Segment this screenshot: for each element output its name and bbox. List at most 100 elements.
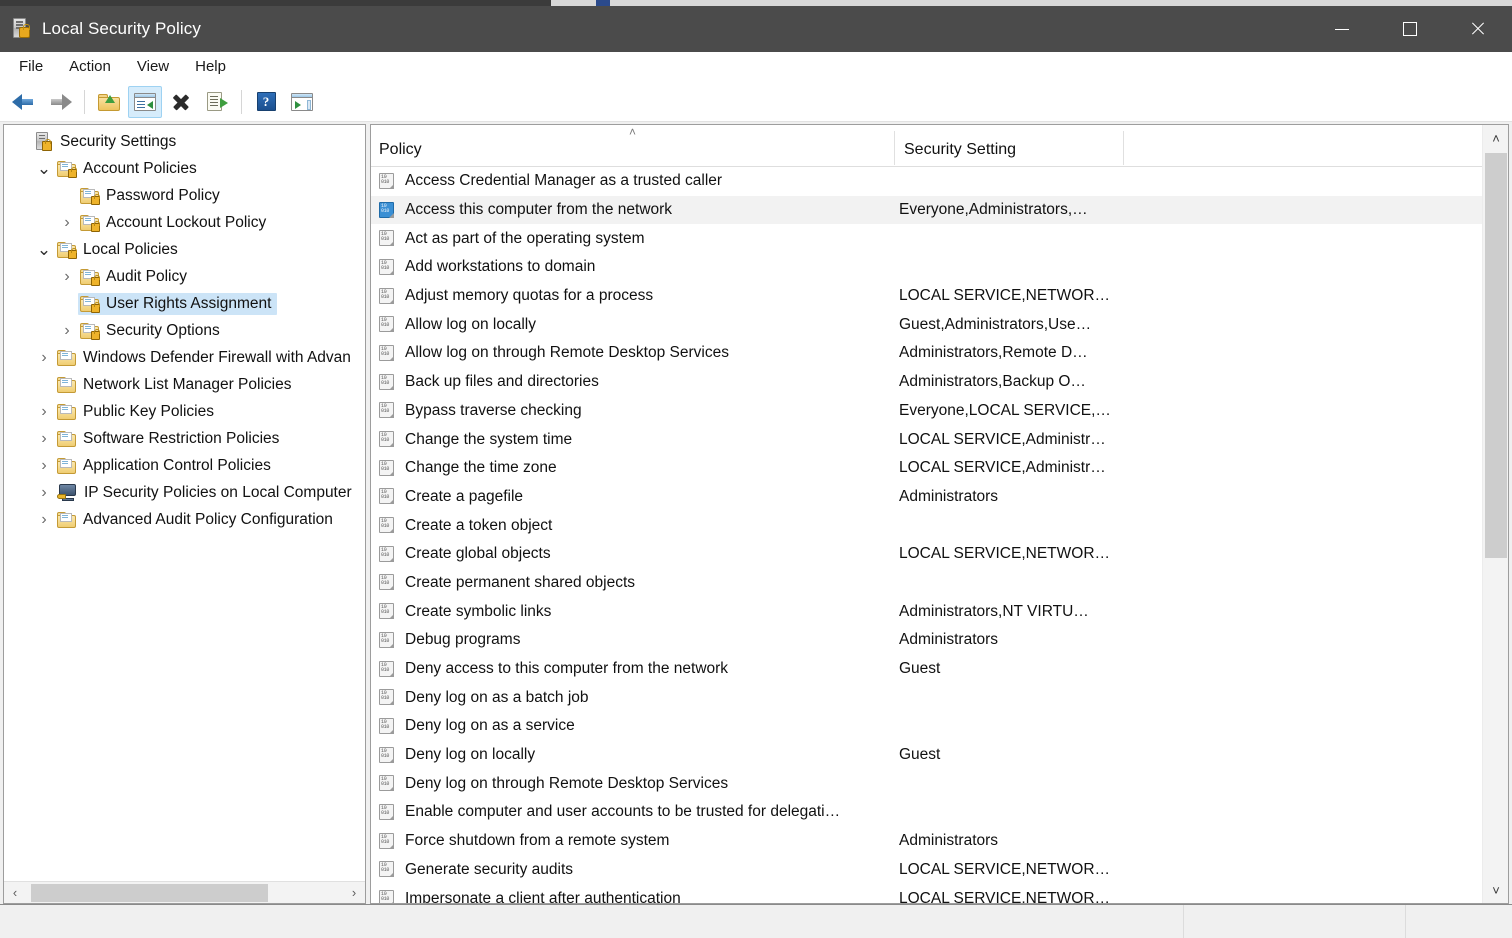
policy-rows[interactable]: 10010Access Credential Manager as a trus…: [371, 167, 1482, 903]
menu-view[interactable]: View: [124, 53, 182, 81]
tree-item-account-policies[interactable]: ⌄Account Policies: [4, 155, 365, 182]
table-row[interactable]: 10010Create global objectsLOCAL SERVICE,…: [371, 540, 1482, 569]
table-row[interactable]: 10010Deny log on through Remote Desktop …: [371, 769, 1482, 798]
table-row[interactable]: 10010Access this computer from the netwo…: [371, 196, 1482, 225]
tree-item-audit-policy[interactable]: ›Audit Policy: [4, 263, 365, 290]
security-setting-value: Administrators: [899, 832, 998, 850]
chevron-down-icon[interactable]: ⌄: [33, 155, 55, 182]
table-row[interactable]: 10010Create permanent shared objects: [371, 569, 1482, 598]
chevron-right-icon[interactable]: ›: [33, 344, 55, 371]
up-one-level-button[interactable]: [92, 86, 126, 118]
server-lock-icon: [12, 18, 32, 40]
chevron-right-icon[interactable]: ›: [56, 263, 78, 290]
policy-document-icon: 10010: [379, 574, 396, 591]
table-row[interactable]: 10010Deny log on as a service: [371, 712, 1482, 741]
folder-lock-icon: [80, 296, 99, 312]
chevron-right-icon[interactable]: ›: [33, 425, 55, 452]
list-vscroll-thumb[interactable]: [1485, 153, 1507, 558]
column-header-policy[interactable]: Policy: [379, 125, 422, 167]
ipsec-icon: [57, 484, 77, 501]
help-button[interactable]: ?: [249, 86, 283, 118]
tree-item-label: Account Lockout Policy: [106, 214, 266, 232]
policy-document-icon: 10010: [379, 488, 396, 505]
delete-button[interactable]: [164, 86, 198, 118]
tree-item-password-policy[interactable]: Password Policy: [4, 182, 365, 209]
tree-hscroll-track[interactable]: [26, 882, 343, 904]
scroll-up-arrow-icon[interactable]: ˄: [1483, 125, 1508, 151]
table-row[interactable]: 10010Force shutdown from a remote system…: [371, 827, 1482, 856]
scroll-right-arrow-icon[interactable]: ›: [343, 882, 365, 904]
scroll-left-arrow-icon[interactable]: ‹: [4, 882, 26, 904]
policy-document-icon: 10010: [379, 775, 396, 792]
policy-document-icon: 10010: [379, 546, 396, 563]
tree-item-user-rights-assignment[interactable]: User Rights Assignment: [4, 290, 365, 317]
window-controls: [1308, 6, 1512, 52]
table-row[interactable]: 10010Adjust memory quotas for a processL…: [371, 282, 1482, 311]
tree-item-software-restriction-policies[interactable]: ›Software Restriction Policies: [4, 425, 365, 452]
show-hide-console-tree-button[interactable]: [128, 86, 162, 118]
table-row[interactable]: 10010Deny log on as a batch job: [371, 683, 1482, 712]
menu-action[interactable]: Action: [56, 53, 124, 81]
table-row[interactable]: 10010Debug programsAdministrators: [371, 626, 1482, 655]
list-vertical-scrollbar[interactable]: ˄ ˅: [1482, 125, 1508, 903]
policy-name: Allow log on through Remote Desktop Serv…: [405, 344, 729, 362]
table-row[interactable]: 10010Create symbolic linksAdministrators…: [371, 597, 1482, 626]
table-row[interactable]: 10010Generate security auditsLOCAL SERVI…: [371, 856, 1482, 885]
table-row[interactable]: 10010Deny access to this computer from t…: [371, 655, 1482, 684]
column-divider-1[interactable]: [894, 131, 895, 165]
tree-horizontal-scrollbar[interactable]: ‹ ›: [4, 881, 365, 903]
table-row[interactable]: 10010Allow log on through Remote Desktop…: [371, 339, 1482, 368]
table-row[interactable]: 10010Bypass traverse checkingEveryone,LO…: [371, 397, 1482, 426]
folder-lock-icon: [80, 323, 99, 339]
back-button[interactable]: [7, 86, 41, 118]
chevron-right-icon[interactable]: ›: [33, 398, 55, 425]
tree-item-public-key-policies[interactable]: ›Public Key Policies: [4, 398, 365, 425]
tree-item-advanced-audit-policy-configuration[interactable]: ›Advanced Audit Policy Configuration: [4, 506, 365, 533]
table-row[interactable]: 10010Create a token object: [371, 511, 1482, 540]
maximize-button[interactable]: [1376, 6, 1444, 52]
table-row[interactable]: 10010Act as part of the operating system: [371, 224, 1482, 253]
chevron-right-icon[interactable]: ›: [33, 479, 55, 506]
table-row[interactable]: 10010Create a pagefileAdministrators: [371, 483, 1482, 512]
console-tree[interactable]: Security Settings⌄Account PoliciesPasswo…: [4, 125, 365, 881]
tree-item-security-settings[interactable]: Security Settings: [4, 128, 365, 155]
tree-item-content: Windows Defender Firewall with Advan: [55, 347, 357, 369]
close-button[interactable]: [1444, 6, 1512, 52]
table-row[interactable]: 10010Allow log on locallyGuest,Administr…: [371, 310, 1482, 339]
tree-item-local-policies[interactable]: ⌄Local Policies: [4, 236, 365, 263]
table-row[interactable]: 10010Impersonate a client after authenti…: [371, 884, 1482, 903]
title-bar[interactable]: Local Security Policy: [0, 6, 1512, 52]
minimize-button[interactable]: [1308, 6, 1376, 52]
chevron-right-icon[interactable]: ›: [56, 317, 78, 344]
tree-hscroll-thumb[interactable]: [31, 884, 268, 902]
folder-icon: [57, 350, 76, 366]
table-row[interactable]: 10010Deny log on locallyGuest: [371, 741, 1482, 770]
tree-item-application-control-policies[interactable]: ›Application Control Policies: [4, 452, 365, 479]
table-row[interactable]: 10010Add workstations to domain: [371, 253, 1482, 282]
table-row[interactable]: 10010Access Credential Manager as a trus…: [371, 167, 1482, 196]
policy-cell: 10010Deny log on locally: [379, 746, 535, 764]
forward-button[interactable]: [43, 86, 77, 118]
policy-document-icon: 10010: [379, 861, 396, 878]
menu-help[interactable]: Help: [182, 53, 239, 81]
tree-item-windows-defender-firewall-with-advan[interactable]: ›Windows Defender Firewall with Advan: [4, 344, 365, 371]
table-row[interactable]: 10010Change the system timeLOCAL SERVICE…: [371, 425, 1482, 454]
column-divider-2[interactable]: [1123, 131, 1124, 165]
chevron-right-icon[interactable]: ›: [33, 506, 55, 533]
table-row[interactable]: 10010Change the time zoneLOCAL SERVICE,A…: [371, 454, 1482, 483]
chevron-right-icon[interactable]: ›: [33, 452, 55, 479]
column-header-security-setting[interactable]: Security Setting: [904, 125, 1016, 167]
export-list-button[interactable]: [200, 86, 234, 118]
tree-item-network-list-manager-policies[interactable]: Network List Manager Policies: [4, 371, 365, 398]
show-hide-action-pane-button[interactable]: [285, 86, 319, 118]
table-row[interactable]: 10010Back up files and directoriesAdmini…: [371, 368, 1482, 397]
policy-name: Bypass traverse checking: [405, 402, 582, 420]
table-row[interactable]: 10010Enable computer and user accounts t…: [371, 798, 1482, 827]
scroll-down-arrow-icon[interactable]: ˅: [1483, 877, 1508, 903]
tree-item-account-lockout-policy[interactable]: › Account Lockout Policy: [4, 209, 365, 236]
tree-item-ip-security-policies-on-local-computer[interactable]: ›IP Security Policies on Local Computer: [4, 479, 365, 506]
chevron-right-icon[interactable]: ›: [56, 209, 78, 236]
tree-item-security-options[interactable]: ›Security Options: [4, 317, 365, 344]
chevron-down-icon[interactable]: ⌄: [33, 236, 55, 263]
menu-file[interactable]: File: [6, 53, 56, 81]
